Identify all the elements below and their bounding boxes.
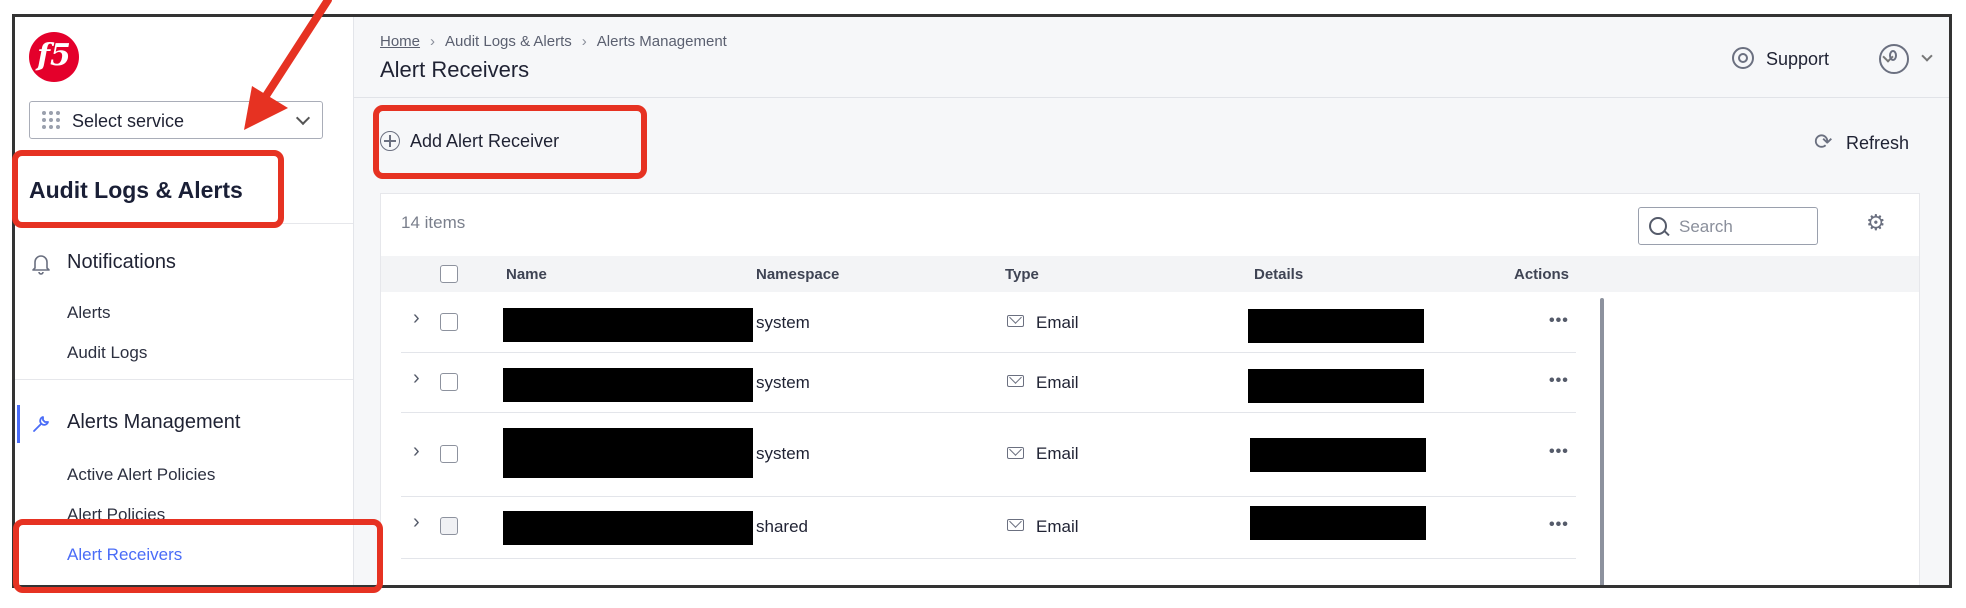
row-type: Email <box>1036 313 1079 332</box>
search-icon <box>1649 217 1667 235</box>
redacted-name <box>503 511 753 545</box>
table-row[interactable]: › system Email ••• <box>401 412 1576 497</box>
vertical-scrollbar[interactable] <box>1600 298 1604 585</box>
lifebuoy-icon <box>1731 47 1754 69</box>
table-header: Name Namespace Type Details Actions <box>381 256 1919 292</box>
table-row[interactable]: › shared Email ••• <box>401 496 1576 559</box>
breadcrumb-alerts-management[interactable]: Alerts Management <box>597 33 727 50</box>
divider <box>15 379 353 380</box>
apps-grid-icon <box>42 111 60 129</box>
row-checkbox[interactable] <box>440 517 458 535</box>
chevron-down-icon[interactable] <box>1921 50 1933 62</box>
table-card: 14 items Search ⚙ Name Namespace Type De… <box>380 193 1920 585</box>
support-label: Support <box>1765 49 1829 69</box>
page-title: Alert Receivers <box>380 57 530 82</box>
row-actions-menu[interactable]: ••• <box>1549 372 1569 390</box>
sidebar-item-alerts[interactable]: Alerts <box>67 303 110 323</box>
main-content: Home › Audit Logs & Alerts › Alerts Manageme… <box>354 17 1949 585</box>
breadcrumb: Home › Audit Logs & Alerts › Alerts Manageme… <box>380 33 727 50</box>
row-actions-menu[interactable]: ••• <box>1549 312 1569 330</box>
expand-chevron-icon[interactable]: › <box>413 440 420 463</box>
row-namespace: system <box>756 313 810 332</box>
group-title-notifications[interactable]: Notifications <box>67 251 176 274</box>
breadcrumb-audit-logs[interactable]: Audit Logs & Alerts <box>445 33 572 50</box>
annotation-arrow-icon <box>244 0 332 130</box>
expand-chevron-icon[interactable]: › <box>413 511 420 534</box>
items-count: 14 items <box>401 213 466 232</box>
column-header-actions: Actions <box>1514 266 1570 283</box>
refresh-icon: ⟳ <box>1813 129 1833 154</box>
select-all-checkbox[interactable] <box>440 265 458 283</box>
support-button[interactable]: Support <box>1731 47 1894 70</box>
row-actions-menu[interactable]: ••• <box>1549 516 1569 534</box>
row-namespace: shared <box>756 517 808 536</box>
search-input[interactable]: Search <box>1638 207 1818 245</box>
row-type: Email <box>1036 444 1079 463</box>
row-type: Email <box>1036 517 1079 536</box>
active-group-indicator <box>17 405 20 443</box>
row-actions-menu[interactable]: ••• <box>1549 443 1569 461</box>
sidebar-item-active-alert-policies[interactable]: Active Alert Policies <box>67 465 215 485</box>
column-header-namespace[interactable]: Namespace <box>756 266 839 283</box>
column-header-name[interactable]: Name <box>506 266 547 283</box>
expand-chevron-icon[interactable]: › <box>413 307 420 330</box>
redacted-details <box>1248 369 1424 403</box>
breadcrumb-separator-icon: › <box>430 33 436 50</box>
row-namespace: system <box>756 444 810 463</box>
column-header-details[interactable]: Details <box>1254 266 1303 283</box>
group-title-alerts-management[interactable]: Alerts Management <box>67 411 240 434</box>
row-type: Email <box>1036 373 1079 392</box>
breadcrumb-home[interactable]: Home <box>380 33 420 50</box>
annotation-highlight-add-button <box>373 105 647 179</box>
mail-icon <box>1007 315 1024 327</box>
mail-icon <box>1007 519 1024 531</box>
redacted-details <box>1248 309 1424 343</box>
row-namespace: system <box>756 373 810 392</box>
user-avatar-icon[interactable] <box>1879 44 1909 74</box>
row-checkbox[interactable] <box>440 373 458 391</box>
top-header: Home › Audit Logs & Alerts › Alerts Manageme… <box>354 17 1949 98</box>
select-service-label: Select service <box>72 111 185 131</box>
annotation-highlight-section-title <box>12 150 284 228</box>
refresh-label: Refresh <box>1845 133 1909 153</box>
search-placeholder: Search <box>1679 217 1733 236</box>
table-row[interactable]: › system Email ••• <box>401 292 1576 353</box>
redacted-details <box>1250 506 1426 540</box>
table-row[interactable]: › system Email ••• <box>401 352 1576 413</box>
column-header-type[interactable]: Type <box>1005 266 1039 283</box>
wrench-icon <box>33 416 49 432</box>
row-checkbox[interactable] <box>440 445 458 463</box>
refresh-button[interactable]: ⟳ Refresh <box>1814 131 1909 154</box>
f5-logo[interactable]: f5 <box>29 32 79 82</box>
redacted-name <box>503 428 753 478</box>
annotation-highlight-alert-receivers <box>13 519 383 593</box>
redacted-name <box>503 308 753 342</box>
redacted-details <box>1250 438 1426 472</box>
mail-icon <box>1007 447 1024 459</box>
sidebar-item-audit-logs[interactable]: Audit Logs <box>67 343 147 363</box>
expand-chevron-icon[interactable]: › <box>413 367 420 390</box>
mail-icon <box>1007 375 1024 387</box>
row-checkbox[interactable] <box>440 313 458 331</box>
bell-icon <box>32 255 50 275</box>
redacted-name <box>503 368 753 402</box>
gear-icon[interactable]: ⚙ <box>1866 212 1886 234</box>
breadcrumb-separator-icon: › <box>581 33 587 50</box>
